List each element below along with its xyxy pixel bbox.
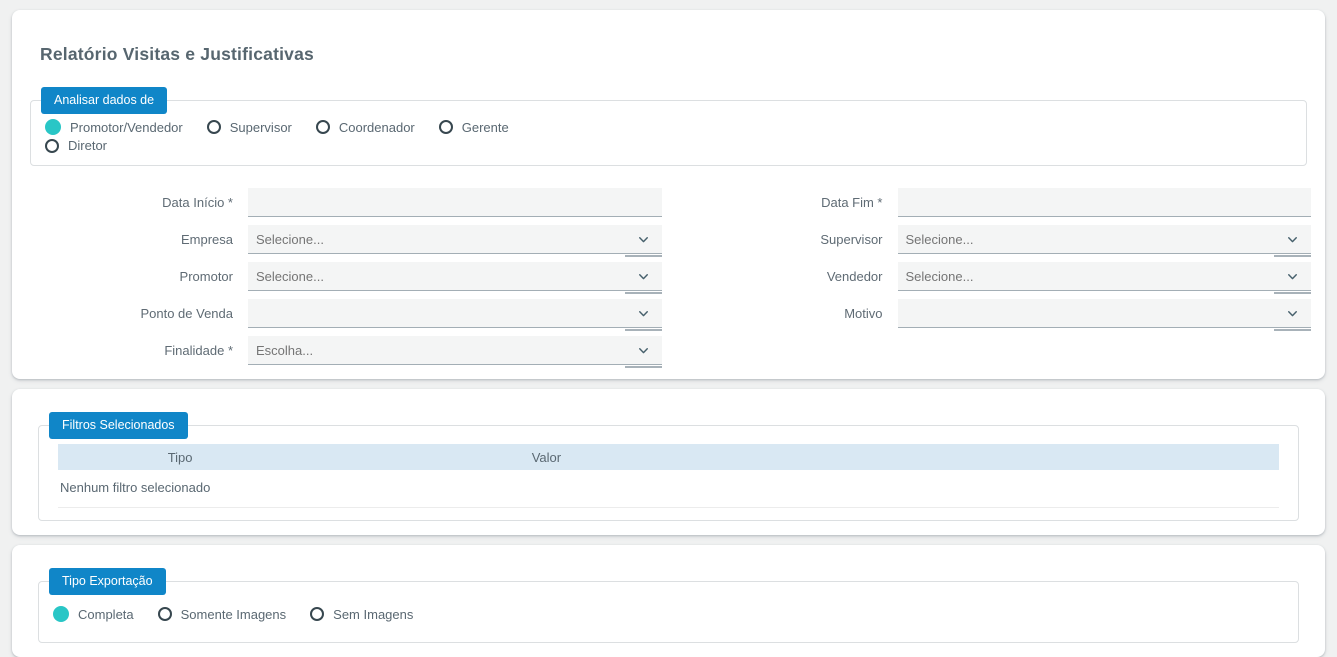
field-label-promotor: Promotor: [179, 269, 233, 284]
select-finalidade[interactable]: Escolha...: [248, 336, 662, 368]
radio-unselected-icon[interactable]: [45, 138, 59, 153]
form-row-ponto-de-venda: Ponto de Venda: [12, 299, 662, 331]
export-radio-sem-imagens[interactable]: Sem Imagens: [310, 606, 413, 622]
card-filtros-selecionados: Filtros Selecionados Tipo Valor Nenhum fi…: [12, 389, 1325, 535]
radio-label: Completa: [78, 606, 134, 622]
form-row-empresa: Empresa Selecione...: [12, 225, 662, 257]
radio-selected-icon[interactable]: [53, 606, 69, 622]
chevron-down-icon: [1288, 311, 1297, 317]
field-label-data-fim: Data Fim *: [821, 195, 883, 210]
radio-selected-icon[interactable]: [45, 119, 61, 135]
panel-tab-filtros-selecionados: Filtros Selecionados: [49, 412, 188, 439]
select-promotor[interactable]: Selecione...: [248, 262, 662, 294]
column-header-empty: [790, 444, 1279, 470]
analisar-radio-diretor[interactable]: Diretor: [45, 138, 107, 153]
radio-label: Gerente: [461, 119, 509, 135]
column-header-tipo: Tipo: [58, 444, 303, 470]
field-label-supervisor: Supervisor: [820, 232, 883, 247]
form-column-left: Data Início * Empresa Selecione... Promotor…: [12, 188, 662, 368]
radio-label: Somente Imagens: [180, 606, 287, 622]
select-value: Selecione...: [256, 268, 324, 284]
page: Relatório Visitas e Justificativas Anali…: [0, 0, 1337, 657]
field-label-empresa: Empresa: [180, 232, 233, 247]
analisar-radio-coordenador[interactable]: Coordenador: [315, 119, 415, 135]
panel-tab-analisar-dados: Analisar dados de: [41, 87, 168, 114]
selected-filters-table: Tipo Valor Nenhum filtro selecionado: [58, 444, 1279, 508]
chevron-down-icon: [638, 274, 648, 280]
export-radio-somente-imagens[interactable]: Somente Imagens: [157, 606, 287, 622]
form-row-data-fim: Data Fim *: [662, 188, 1311, 217]
analisar-radio-supervisor[interactable]: Supervisor: [206, 119, 292, 135]
analisar-radio-gerente[interactable]: Gerente: [438, 119, 509, 135]
analisar-radio-promotor-vendedor[interactable]: Promotor/Vendedor: [45, 119, 183, 135]
radio-label: Promotor/Vendedor: [70, 119, 183, 135]
field-label-ponto-de-venda: Ponto de Venda: [140, 306, 233, 321]
select-value: Selecione...: [256, 231, 324, 247]
export-radio-group: Completa Somente Imagens Sem Imagens: [51, 604, 1286, 626]
radio-label: Supervisor: [229, 119, 292, 135]
field-label-finalidade: Finalidade *: [164, 343, 233, 358]
table-empty-message: Nenhum filtro selecionado: [58, 470, 1279, 508]
field-label-data-inicio: Data Início *: [162, 195, 233, 210]
select-value: Selecione...: [905, 231, 974, 247]
field-label-vendedor: Vendedor: [826, 269, 883, 284]
chevron-down-icon: [1288, 237, 1297, 243]
chevron-down-icon: [1288, 274, 1297, 280]
input-data-inicio[interactable]: [248, 188, 662, 217]
form-row-vendedor: Vendedor Selecione...: [662, 262, 1311, 294]
card-report-form: Relatório Visitas e Justificativas Anali…: [12, 10, 1325, 379]
chevron-down-icon: [638, 237, 648, 243]
radio-unselected-icon[interactable]: [315, 120, 330, 134]
form-row-data-inicio: Data Início *: [12, 188, 662, 217]
form-row-promotor: Promotor Selecione...: [12, 262, 662, 294]
select-motivo[interactable]: [897, 299, 1311, 331]
radio-unselected-icon[interactable]: [206, 120, 221, 134]
form-row-motivo: Motivo: [662, 299, 1311, 331]
form-row-supervisor: Supervisor Selecione...: [662, 225, 1311, 257]
card-tipo-exportacao: Tipo Exportação Completa Somente Imagens S…: [12, 545, 1325, 657]
filters-form: Data Início * Empresa Selecione... Promotor…: [12, 188, 1325, 368]
panel-filtros-selecionados: Filtros Selecionados Tipo Valor Nenhum fi…: [38, 412, 1299, 521]
form-row-finalidade: Finalidade * Escolha...: [12, 336, 662, 368]
field-label-motivo: Motivo: [844, 306, 883, 321]
radio-label: Sem Imagens: [333, 606, 414, 622]
select-value: Selecione...: [905, 268, 974, 284]
table-header-row: Tipo Valor: [58, 444, 1279, 470]
radio-unselected-icon[interactable]: [310, 607, 325, 621]
table-empty-row: Nenhum filtro selecionado: [58, 470, 1279, 508]
form-column-right: Data Fim * Supervisor Selecione... Vendedor…: [662, 188, 1311, 365]
input-data-fim[interactable]: [897, 188, 1311, 217]
select-supervisor[interactable]: Selecione...: [897, 225, 1311, 257]
select-vendedor[interactable]: Selecione...: [897, 262, 1311, 294]
chevron-down-icon: [638, 311, 648, 317]
radio-unselected-icon[interactable]: [438, 120, 453, 134]
panel-analisar-dados: Analisar dados de Promotor/Vendedor Super…: [30, 87, 1307, 166]
panel-tab-tipo-exportacao: Tipo Exportação: [49, 568, 166, 595]
chevron-down-icon: [638, 348, 648, 354]
select-empresa[interactable]: Selecione...: [248, 225, 662, 257]
export-radio-completa[interactable]: Completa: [53, 606, 134, 622]
radio-label: Coordenador: [338, 119, 415, 135]
analisar-radio-group: Promotor/Vendedor Supervisor Coordenador Ge…: [43, 117, 567, 157]
column-header-valor: Valor: [302, 444, 791, 470]
radio-unselected-icon[interactable]: [157, 607, 172, 621]
page-title: Relatório Visitas e Justificativas: [40, 44, 314, 64]
radio-label: Diretor: [68, 138, 108, 153]
panel-tipo-exportacao: Tipo Exportação Completa Somente Imagens S…: [38, 568, 1299, 643]
select-ponto-de-venda[interactable]: [248, 299, 662, 331]
select-value: Escolha...: [256, 342, 314, 358]
